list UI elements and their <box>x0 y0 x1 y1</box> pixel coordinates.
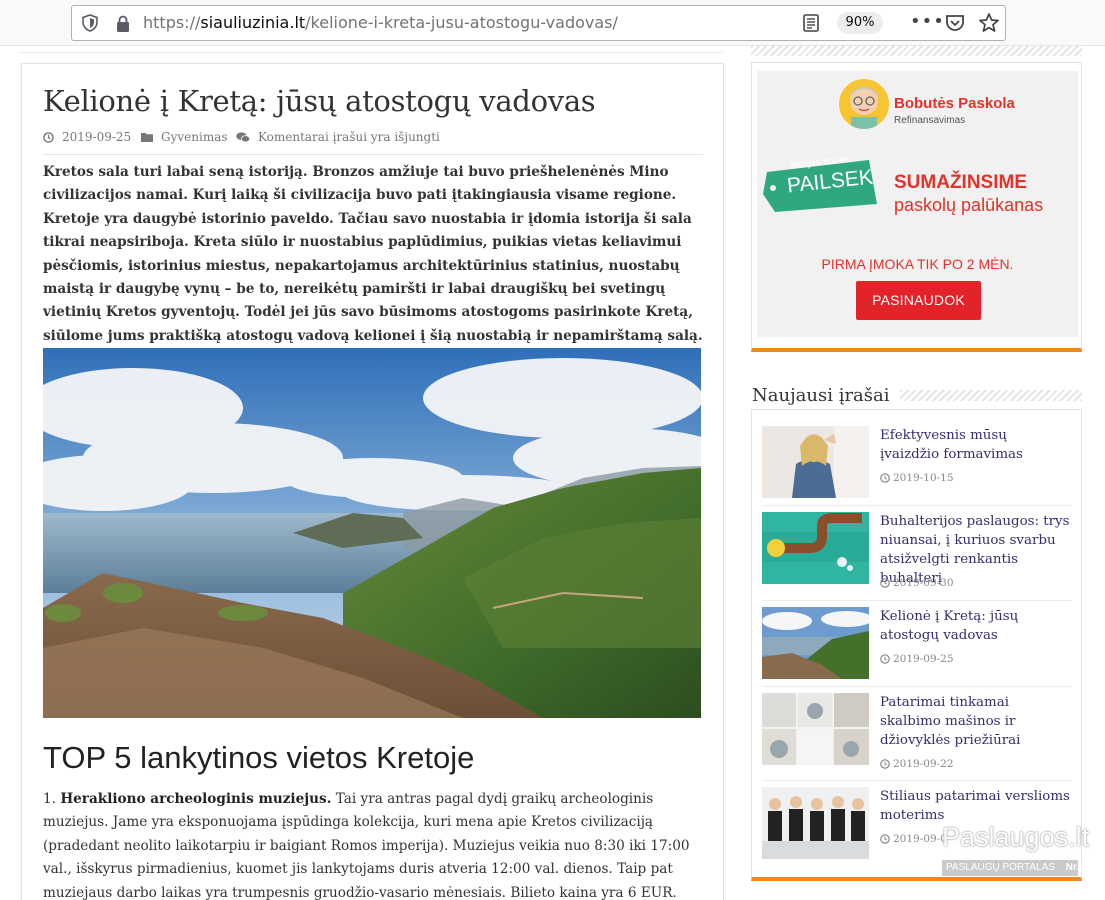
recent-posts-heading: Naujausi įrašai <box>752 385 896 406</box>
divider <box>20 52 723 53</box>
post-thumbnail-woman-denim[interactable] <box>762 426 869 498</box>
list-item-text: Tai yra antras pagal dydį graikų archeol… <box>43 791 690 900</box>
recent-post-date: 2019-09-30 <box>880 577 954 589</box>
recent-post-title[interactable]: Patarimai tinkamai skalbimo mašinos ir d… <box>880 693 1070 750</box>
crete-landscape-image <box>43 348 701 718</box>
post-thumbnail-business-women[interactable] <box>762 787 869 859</box>
recent-post-date: 2019-09-25 <box>880 653 954 665</box>
ad-brand-sub: Refinansavimas <box>894 115 966 126</box>
url-host: siauliuzinia.lt <box>200 13 306 32</box>
section-paragraph: 1. Herakliono archeologinis muziejus. Ta… <box>43 788 703 900</box>
widget-stripe <box>900 390 1082 401</box>
watermark-sub: PASLAUGŲ PORTALAS Nr.1 <box>942 860 1085 876</box>
post-thumbnail-pipe-illustration[interactable] <box>762 512 869 584</box>
meta-category-link[interactable]: Gyvenimas <box>161 130 228 144</box>
watermark-text: Paslaugos.lt <box>942 822 1090 852</box>
recent-post-date-text: 2019-09-30 <box>893 577 954 589</box>
post-thumbnail-laundry[interactable] <box>762 693 869 765</box>
reader-view-icon[interactable] <box>802 13 820 33</box>
address-bar[interactable]: https://siauliuzinia.lt/kelione-i-kreta-… <box>71 5 1006 41</box>
recent-post-date-text: 2019-09-25 <box>893 653 954 665</box>
browser-toolbar: https://siauliuzinia.lt/kelione-i-kreta-… <box>0 0 1105 46</box>
divider <box>762 600 1072 601</box>
clock-icon <box>43 131 54 143</box>
page-actions-more-icon[interactable]: ••• <box>910 13 944 33</box>
divider <box>762 686 1072 687</box>
article-title: Kelionė į Kretą: jūsų atostogų vadovas <box>43 84 596 118</box>
section-heading: TOP 5 lankytinos vietos Kretoje <box>43 740 475 775</box>
list-item-title: Herakliono archeologinis muziejus. <box>60 791 332 807</box>
ad-widget[interactable]: Bobutės Paskola Refinansavimas Akcijos k… <box>751 62 1082 352</box>
pocket-icon[interactable] <box>944 12 966 34</box>
paslaugos-watermark-logo: Paslaugos.lt PASLAUGŲ PORTALAS Nr.1 <box>940 822 1089 878</box>
url-path: /kelione-i-kreta-jusu-atostogu-vadovas/ <box>305 13 618 32</box>
recent-post-date-text: 2019-09-22 <box>893 758 954 770</box>
widget-stripe <box>751 46 1082 56</box>
clock-icon <box>880 759 890 769</box>
ad-headline-sub: paskolų palūkanas <box>894 195 1044 215</box>
recent-post-title[interactable]: Efektyvesnis mūsų įvaizdžio formavimas <box>880 426 1070 464</box>
clock-icon <box>880 834 890 844</box>
url-prefix: https:// <box>143 13 201 32</box>
lock-icon[interactable] <box>116 15 130 33</box>
zoom-level-button[interactable]: 90% <box>837 12 883 34</box>
recent-post-date-text: 2019-09-0 <box>893 833 947 845</box>
post-thumbnail-crete[interactable] <box>762 607 869 679</box>
meta-category[interactable]: Gyvenimas <box>141 130 228 144</box>
recent-posts-widget: Efektyvesnis mūsų įvaizdžio formavimas 2… <box>751 409 1082 881</box>
meta-comments-text: Komentarai įrašui yra išjungti <box>258 130 440 144</box>
ad-banner[interactable]: Bobutės Paskola Refinansavimas Akcijos k… <box>757 71 1078 337</box>
watermark-sub-text: PASLAUGŲ PORTALAS <box>946 862 1055 873</box>
watermark-badge: Nr.1 <box>1065 862 1085 873</box>
recent-post-date: 2019-09-22 <box>880 758 954 770</box>
comments-icon <box>236 131 250 142</box>
ad-headline: SUMAŽINSIME <box>894 172 1027 193</box>
divider <box>762 505 1072 506</box>
recent-post-date-text: 2019-10-15 <box>893 472 954 484</box>
recent-post-title[interactable]: Kelionė į Kretą: jūsų atostogų vadovas <box>880 607 1070 645</box>
ad-note: PIRMA ĮMOKA TIK PO 2 MĖN. <box>821 256 1014 272</box>
recent-post-item[interactable]: Efektyvesnis mūsų įvaizdžio formavimas 2… <box>762 426 1072 511</box>
article-meta: 2019-09-25 Gyvenimas Komentarai įrašui y… <box>43 130 703 148</box>
list-number: 1. <box>43 791 56 807</box>
divider <box>762 780 1072 781</box>
bookmark-star-icon[interactable] <box>978 12 1000 34</box>
clock-icon <box>880 578 890 588</box>
folder-icon <box>141 133 153 142</box>
article-lead: Kretos sala turi labai seną istoriją. Br… <box>43 164 703 344</box>
recent-post-date: 2019-10-15 <box>880 472 954 484</box>
grandma-logo-icon <box>839 79 889 129</box>
clock-icon <box>880 473 890 483</box>
meta-divider <box>43 154 703 155</box>
ad-cta-button[interactable]: PASINAUDOK <box>856 281 981 320</box>
recent-post-item[interactable]: Patarimai tinkamai skalbimo mašinos ir d… <box>762 693 1072 778</box>
ad-brand: Bobutės Paskola <box>894 95 1015 112</box>
clock-icon <box>880 654 890 664</box>
meta-date-text: 2019-09-25 <box>62 130 132 144</box>
url-text[interactable]: https://siauliuzinia.lt/kelione-i-kreta-… <box>143 13 618 32</box>
recent-post-item[interactable]: Buhalterijos paslaugos: trys niuansai, į… <box>762 512 1072 597</box>
tracking-shield-icon[interactable] <box>81 14 99 32</box>
meta-comments: Komentarai įrašui yra išjungti <box>236 130 440 144</box>
recent-post-date: 2019-09-0 <box>880 833 947 845</box>
meta-date: 2019-09-25 <box>43 130 131 144</box>
recent-post-title[interactable]: Stiliaus patarimai verslioms moterims <box>880 787 1070 825</box>
recent-post-item[interactable]: Kelionė į Kretą: jūsų atostogų vadovas 2… <box>762 607 1072 692</box>
article-card: Kelionė į Kretą: jūsų atostogų vadovas 2… <box>21 63 724 900</box>
